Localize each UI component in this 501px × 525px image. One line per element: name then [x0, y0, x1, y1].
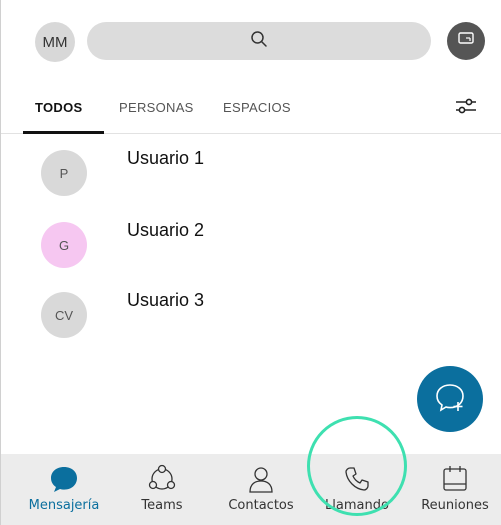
new-chat-button[interactable]	[417, 366, 483, 432]
nav-llamando-label: Llamando	[325, 498, 389, 513]
tab-espacios[interactable]: ESPACIOS	[223, 82, 291, 133]
teams-icon	[147, 464, 177, 494]
filter-tabs: TODOS PERSONAS ESPACIOS	[1, 82, 501, 134]
search-icon	[250, 30, 268, 53]
contact-name: Usuario 2	[127, 220, 205, 240]
contact-name: Usuario 3	[127, 290, 205, 310]
message-bubble-icon	[49, 464, 79, 494]
avatar-initials: P	[59, 165, 69, 181]
tab-personas-label: PERSONAS	[119, 100, 194, 115]
list-item[interactable]: G Usuario 2	[1, 208, 501, 278]
nav-reuniones[interactable]: Reuniones	[413, 454, 497, 525]
avatar-initials: CV	[54, 307, 74, 323]
avatar-initials: G	[58, 237, 70, 253]
list-item[interactable]: P Usuario 1	[1, 136, 501, 206]
nav-contactos[interactable]: Contactos	[219, 454, 303, 525]
tab-todos[interactable]: TODOS	[35, 82, 83, 133]
nav-mensajeria[interactable]: Mensajería	[21, 454, 107, 525]
active-tab-indicator	[23, 131, 104, 134]
filter-sliders-icon	[454, 96, 478, 121]
search-bar[interactable]	[87, 22, 431, 60]
calendar-icon	[440, 464, 470, 494]
nav-reuniones-label: Reuniones	[421, 498, 489, 513]
filter-button[interactable]	[451, 94, 481, 122]
nav-llamando[interactable]: Llamando	[317, 454, 397, 525]
screen-share-button[interactable]	[447, 22, 485, 60]
phone-icon	[342, 464, 372, 494]
tab-todos-label: TODOS	[35, 100, 83, 115]
tab-espacios-label: ESPACIOS	[223, 100, 291, 115]
app-screen: MM TODOS PERSONAS ESPACIOS P Usuario 1 G…	[0, 0, 501, 525]
tab-personas[interactable]: PERSONAS	[119, 82, 194, 133]
avatar: P	[41, 150, 87, 196]
nav-teams-label: Teams	[141, 498, 183, 513]
contacts-icon	[246, 464, 276, 494]
avatar: G	[41, 222, 87, 268]
my-avatar[interactable]: MM	[35, 22, 75, 62]
top-bar: MM	[1, 0, 501, 82]
screen-share-icon	[457, 31, 475, 52]
nav-mensajeria-label: Mensajería	[28, 498, 100, 513]
contact-name: Usuario 1	[127, 148, 205, 168]
list-item[interactable]: CV Usuario 3	[1, 278, 501, 348]
nav-contactos-label: Contactos	[228, 498, 294, 513]
avatar: CV	[41, 292, 87, 338]
nav-teams[interactable]: Teams	[127, 454, 197, 525]
my-avatar-initials: MM	[42, 33, 68, 51]
bottom-navigation: Mensajería Teams Contactos Llamando Reun…	[1, 454, 501, 525]
new-chat-icon	[433, 380, 467, 419]
